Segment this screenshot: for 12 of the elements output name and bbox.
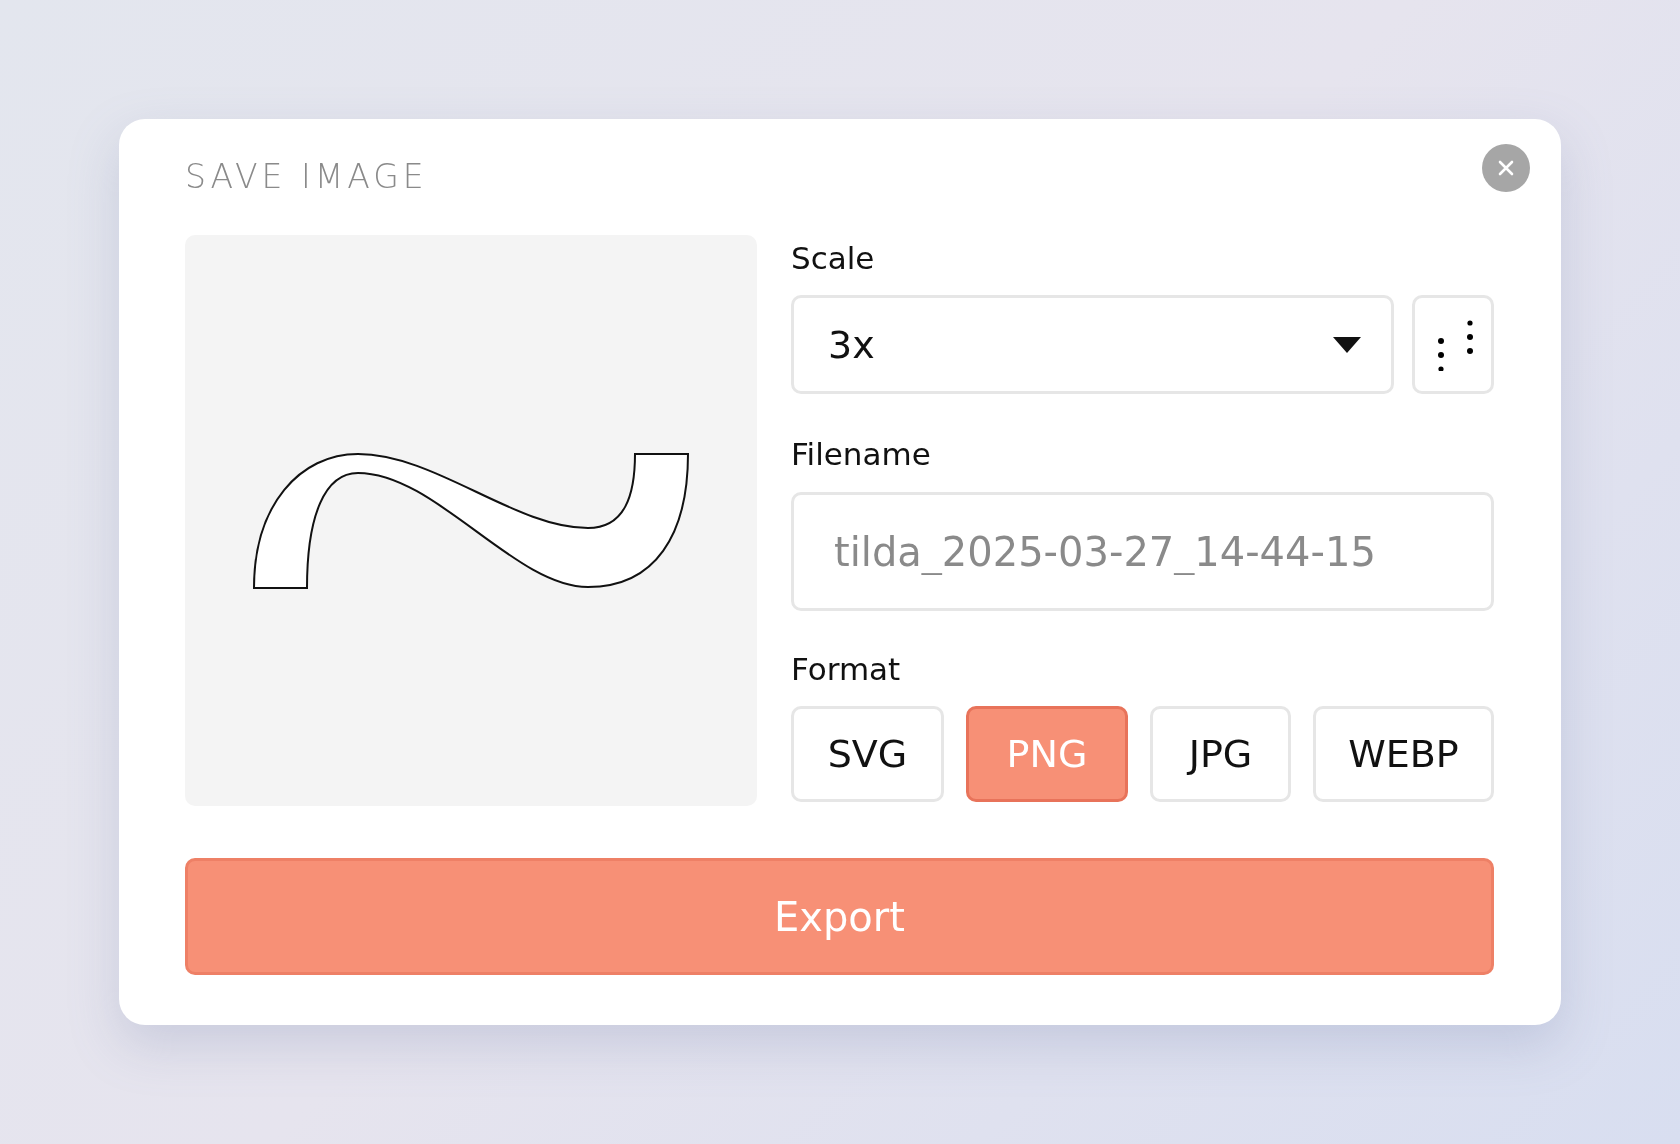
format-label: Format	[791, 650, 902, 689]
format-option[interactable]: SVG	[791, 706, 944, 802]
caret-icon	[1333, 336, 1361, 353]
close-icon	[1497, 159, 1515, 177]
format-option[interactable]: JPG	[1150, 706, 1291, 802]
filename-label: Filename	[791, 435, 932, 474]
format-option[interactable]: WEBP	[1313, 706, 1494, 802]
scale-label: Scale	[791, 239, 876, 278]
close-button[interactable]	[1482, 144, 1530, 192]
scale-dropdown[interactable]: 3x	[791, 295, 1394, 394]
dialog-title: SAVE IMAGE	[185, 156, 428, 196]
options-button[interactable]	[1412, 295, 1494, 394]
